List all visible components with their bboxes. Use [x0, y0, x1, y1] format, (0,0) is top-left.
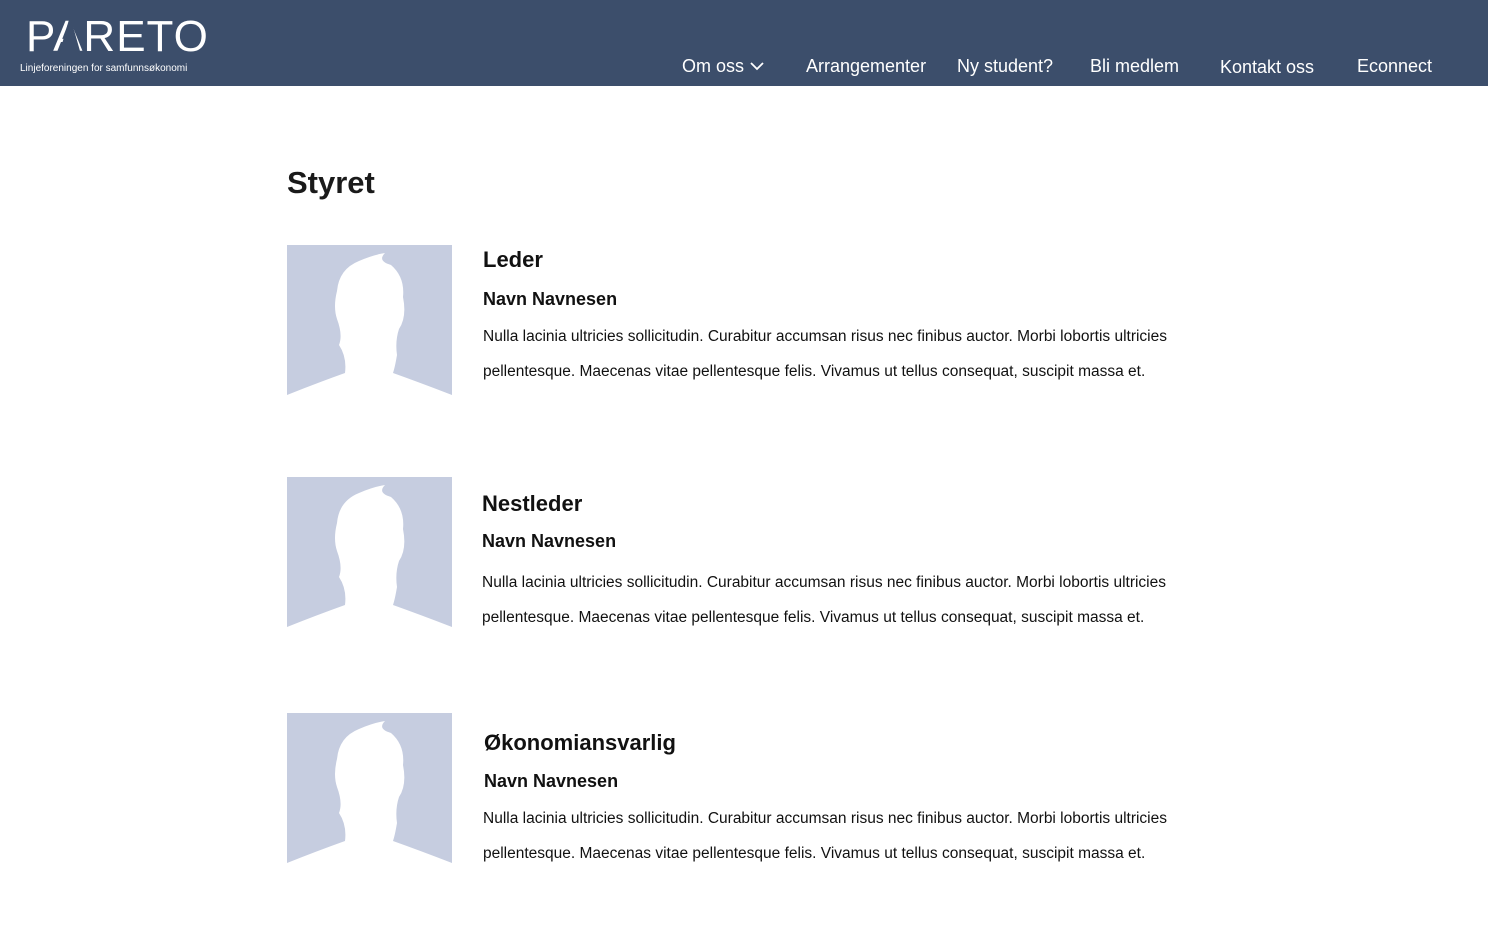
member-role: Leder	[483, 247, 543, 272]
member-bio-line: Nulla lacinia ultricies sollicitudin. Cu…	[483, 328, 1167, 345]
site-header: PARETO Linjeforeningen for samfunnsøkono…	[0, 0, 1488, 86]
board-member-card: Økonomiansvarlig Navn Navnesen Nulla lac…	[287, 713, 1207, 873]
avatar-placeholder-icon	[287, 245, 452, 400]
member-role: Nestleder	[482, 491, 583, 516]
member-name: Navn Navnesen	[482, 531, 617, 551]
nav-om-oss[interactable]: Om oss	[682, 55, 764, 77]
board-member-card: Leder Navn Navnesen Nulla lacinia ultric…	[287, 245, 1207, 405]
nav-ny-student[interactable]: Ny student?	[957, 55, 1053, 77]
avatar-placeholder-icon	[287, 477, 452, 632]
member-bio-line: Nulla lacinia ultricies sollicitudin. Cu…	[483, 810, 1167, 827]
logo-tagline: Linjeforeningen for samfunnsøkonomi	[20, 63, 188, 74]
page-title: Styret	[287, 165, 375, 200]
board-member-card: Nestleder Navn Navnesen Nulla lacinia ul…	[287, 477, 1207, 637]
nav-bli-medlem[interactable]: Bli medlem	[1090, 55, 1179, 77]
member-name: Navn Navnesen	[483, 289, 618, 309]
member-bio-line: pellentesque. Maecenas vitae pellentesqu…	[483, 845, 1146, 862]
pareto-logo[interactable]: PARETO Linjeforeningen for samfunnsøkono…	[20, 12, 210, 78]
member-bio-line: pellentesque. Maecenas vitae pellentesqu…	[482, 609, 1145, 626]
nav-kontakt-oss[interactable]: Kontakt oss	[1220, 56, 1314, 78]
nav-om-oss-label: Om oss	[682, 56, 745, 76]
nav-econnect[interactable]: Econnect	[1357, 55, 1432, 77]
member-bio-line: Nulla lacinia ultricies sollicitudin. Cu…	[482, 574, 1166, 591]
nav-arrangementer[interactable]: Arrangementer	[806, 55, 926, 77]
avatar-placeholder-icon	[287, 713, 452, 868]
chevron-down-icon	[750, 62, 764, 71]
member-name: Navn Navnesen	[484, 771, 619, 791]
logo-star-icon	[58, 16, 82, 58]
member-role: Økonomiansvarlig	[484, 730, 676, 755]
member-bio-line: pellentesque. Maecenas vitae pellentesqu…	[483, 363, 1146, 380]
